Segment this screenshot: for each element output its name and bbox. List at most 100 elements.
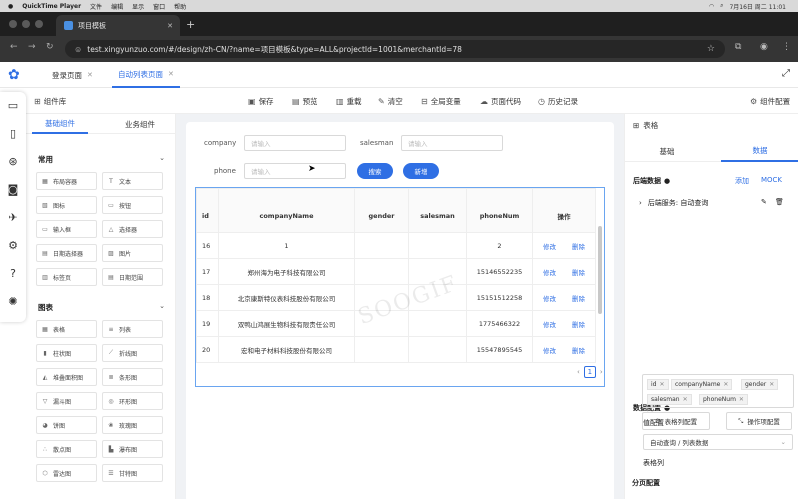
reload-icon[interactable]: ↻ [46,42,54,52]
edit-link[interactable]: 修改 [543,295,556,303]
column-tag[interactable]: phoneNum ✕ [699,394,748,405]
comp-line-chart[interactable]: ⟋ 折线图 [102,344,163,362]
chevron-down-icon[interactable]: ⌄ [159,154,165,162]
mac-app-name[interactable]: QuickTime Player [22,3,81,10]
delete-link[interactable]: 删除 [572,321,585,329]
mac-clock[interactable]: 7月16日 周二 11:01 [729,2,786,11]
apple-icon[interactable]: ● [8,3,13,10]
save-button[interactable]: ▣ 保存 [248,88,274,114]
close-icon[interactable]: ✕ [168,70,174,78]
page-tab-login[interactable]: 登录页面 ✕ [52,62,93,88]
reload-button[interactable]: ▥ 重载 [336,88,362,114]
mac-menu-view[interactable]: 显示 [132,2,144,11]
comp-scatter[interactable]: ∴ 散点图 [36,440,97,458]
component-tree-icon[interactable]: ⊛ [7,156,19,168]
edit-icon[interactable]: ✎ [761,198,767,206]
comp-tabs[interactable]: ▥ 标签页 [36,268,97,286]
col-gender[interactable]: gender [354,188,409,233]
section-charts[interactable]: 图表 [38,302,53,313]
table-scrollbar[interactable] [598,226,602,314]
help-icon[interactable]: ? [7,268,19,280]
value-config-select[interactable]: 自动查询 / 列表数据 ⌄ [643,434,793,450]
clear-button[interactable]: ✎ 清空 [378,88,403,114]
global-vars-button[interactable]: ⊟ 全局变量 [421,88,461,114]
browser-menu-icon[interactable]: ⋮ [782,42,791,52]
comp-layout-container[interactable]: ▦ 布局容器 [36,172,97,190]
comp-table[interactable]: ▦ 表格 [36,320,97,338]
database-icon[interactable]: ◙ [7,184,19,196]
comp-horizontal-bar[interactable]: ≣ 条形图 [102,368,163,386]
wifi-icon[interactable]: ◠ [709,3,714,10]
column-tag[interactable]: gender ✕ [741,379,779,390]
preview-button[interactable]: ▤ 预览 [292,88,318,114]
close-window-button[interactable] [9,20,17,28]
add-link[interactable]: 添加 [735,176,749,186]
mac-menu-file[interactable]: 文件 [90,2,102,11]
prev-page-icon[interactable]: ‹ [577,368,580,376]
comp-radar[interactable]: ⬡ 雷达图 [36,464,97,482]
delete-link[interactable]: 删除 [572,347,585,355]
col-phone-num[interactable]: phoneNum [466,188,533,233]
new-tab-icon[interactable]: + [186,18,195,31]
columns-multiselect[interactable]: id ✕ companyName ✕ gender ✕ salesman ✕ phone… [642,374,794,408]
close-icon[interactable]: ✕ [683,396,688,403]
comp-date-range[interactable]: ▤ 日期范围 [102,268,163,286]
back-icon[interactable]: ← [10,42,18,52]
fullscreen-icon[interactable]: ⤢ [782,68,790,79]
backend-service-item[interactable]: › 后端服务: 自动查询 [639,198,708,208]
col-actions[interactable]: 操作 [532,188,596,233]
comp-donut[interactable]: ◎ 环形图 [102,392,163,410]
section-common[interactable]: 常用 [38,154,53,165]
column-tag[interactable]: id ✕ [647,379,669,390]
edit-link[interactable]: 修改 [543,347,556,355]
mac-menu-window[interactable]: 窗口 [153,2,165,11]
phone-input[interactable]: 请输入 [244,163,346,179]
add-button[interactable]: 新增 [403,163,439,179]
mobile-icon[interactable]: ▯ [7,128,19,140]
zoom-window-button[interactable] [35,20,43,28]
edit-link[interactable]: 修改 [543,269,556,277]
plugin-icon[interactable]: ✈ [7,212,19,224]
comp-list[interactable]: ≡ 列表 [102,320,163,338]
page-tab-auto-list[interactable]: 自动列表页面 ✕ [112,62,180,88]
comp-rose[interactable]: ❀ 玫瑰图 [102,416,163,434]
minimize-window-button[interactable] [22,20,30,28]
close-icon[interactable]: ✕ [723,381,728,388]
info-icon[interactable]: ● [664,177,670,185]
monitor-icon[interactable]: ▭ [7,100,19,112]
page-number[interactable]: 1 [583,366,596,378]
close-tab-icon[interactable]: ✕ [167,22,173,30]
action-config-button[interactable]: ⤡ 操作项配置 [726,412,792,430]
comp-funnel[interactable]: ▽ 漏斗图 [36,392,97,410]
search-icon[interactable]: ⌕ [720,2,723,10]
delete-link[interactable]: 删除 [572,295,585,303]
comp-input[interactable]: ▭ 输入框 [36,220,97,238]
delete-link[interactable]: 删除 [572,243,585,251]
tab-basic[interactable]: 基础 [631,140,703,162]
comp-pie[interactable]: ◕ 饼图 [36,416,97,434]
close-icon[interactable]: ✕ [769,381,774,388]
column-config-button[interactable]: ⚙ 表格列配置 [642,412,710,430]
salesman-input[interactable]: 请输入 [401,135,503,151]
history-button[interactable]: ◷ 历史记录 [538,88,578,114]
chevron-right-icon[interactable]: › [639,199,642,207]
comp-image[interactable]: ▨ 图片 [102,244,163,262]
site-info-icon[interactable]: ⊜ [75,45,81,54]
tab-data[interactable]: 数据 [721,140,798,162]
comp-icon[interactable]: ▧ 图标 [36,196,97,214]
comp-bar-chart[interactable]: ▮ 柱状图 [36,344,97,362]
browser-tab[interactable]: 项目模板 ✕ [56,15,180,36]
forward-icon[interactable]: → [28,42,36,52]
comp-stacked-area[interactable]: ◭ 堆叠面积图 [36,368,97,386]
col-company-name[interactable]: companyName [218,188,355,233]
page-code-button[interactable]: ☁ 页面代码 [480,88,521,114]
comp-waterfall[interactable]: ▙ 瀑布图 [102,440,163,458]
comp-select[interactable]: △ 选择器 [102,220,163,238]
component-config-button[interactable]: ⚙ 组件配置 [750,88,790,114]
extensions-icon[interactable]: ⧉ [735,42,741,52]
search-button[interactable]: 搜索 [357,163,393,179]
mac-menu-help[interactable]: 帮助 [174,2,186,11]
comp-gantt[interactable]: ☰ 甘特图 [102,464,163,482]
tab-basic-components[interactable]: 基础组件 [32,114,88,134]
comp-date-picker[interactable]: ▤ 日期选择器 [36,244,97,262]
